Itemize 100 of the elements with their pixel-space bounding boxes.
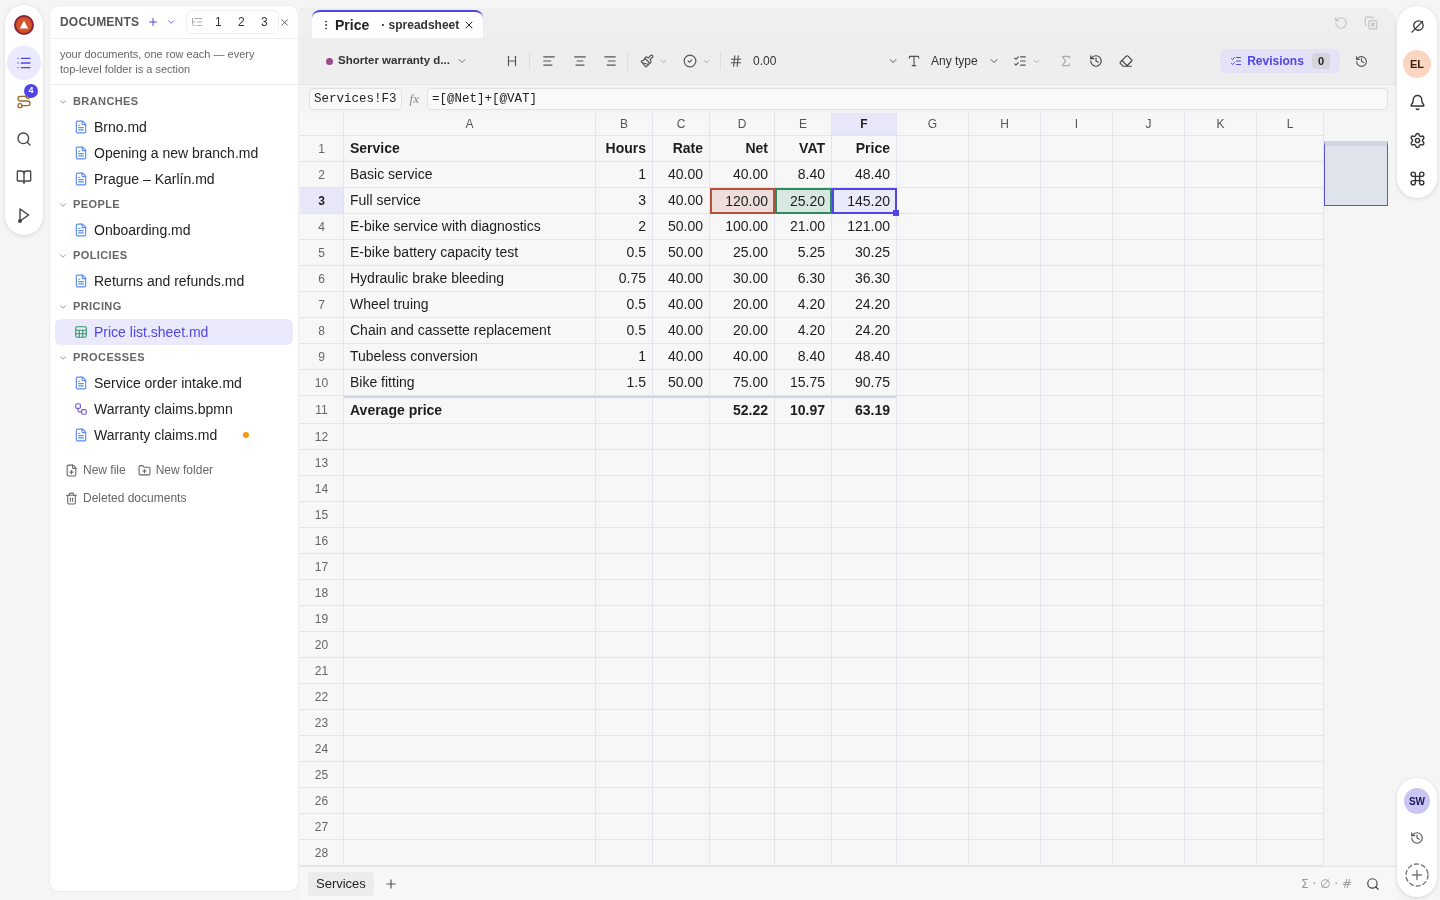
table-cell[interactable]: 30.25 bbox=[832, 240, 897, 266]
row-header[interactable]: 7 bbox=[300, 292, 344, 318]
table-cell[interactable]: E-bike battery capacity test bbox=[344, 240, 596, 266]
table-cell[interactable]: 52.22 bbox=[710, 396, 775, 424]
section-header[interactable]: POLICIES bbox=[50, 243, 298, 268]
nav-button[interactable] bbox=[7, 46, 41, 80]
row-header[interactable]: 13 bbox=[300, 450, 344, 476]
table-cell[interactable]: 1.5 bbox=[596, 370, 653, 396]
row-header[interactable]: 3 bbox=[300, 188, 344, 214]
table-cell[interactable]: 40.00 bbox=[653, 266, 710, 292]
table-cell[interactable]: Net bbox=[710, 136, 775, 162]
row-header[interactable]: 18 bbox=[300, 580, 344, 606]
action-link[interactable]: New folder bbox=[137, 461, 214, 479]
add-icon[interactable] bbox=[147, 15, 160, 29]
action-link[interactable]: New file bbox=[65, 461, 126, 479]
empty-cell[interactable] bbox=[897, 162, 969, 188]
copy-x-icon[interactable] bbox=[1364, 16, 1378, 30]
slashed-circle-icon[interactable] bbox=[1409, 18, 1425, 34]
column-header[interactable]: H bbox=[969, 113, 1041, 136]
table-cell[interactable]: 1 bbox=[596, 344, 653, 370]
table-cell[interactable]: 0.5 bbox=[596, 318, 653, 344]
formula-field[interactable]: =[@Net]+[@VAT] bbox=[426, 88, 1388, 110]
column-header[interactable]: K bbox=[1185, 113, 1257, 136]
empty-cell[interactable] bbox=[897, 396, 969, 424]
table-cell[interactable]: Average price bbox=[344, 396, 596, 424]
document-item[interactable]: Warranty claims.md bbox=[55, 422, 293, 448]
table-cell[interactable]: 4.20 bbox=[775, 292, 832, 318]
heading-icon[interactable] bbox=[505, 54, 519, 68]
table-cell[interactable]: 100.00 bbox=[710, 214, 775, 240]
align-center-icon[interactable] bbox=[573, 54, 587, 68]
row-header[interactable]: 21 bbox=[300, 658, 344, 684]
history-icon[interactable] bbox=[1410, 830, 1424, 845]
settings-icon[interactable] bbox=[1408, 131, 1426, 149]
fill-handle[interactable] bbox=[893, 210, 899, 216]
column-header[interactable]: B bbox=[596, 113, 653, 136]
cell-reference-field[interactable]: Services!F3 bbox=[309, 88, 402, 110]
table-cell[interactable]: Service bbox=[344, 136, 596, 162]
table-cell[interactable]: 75.00 bbox=[710, 370, 775, 396]
table-cell[interactable]: 0.75 bbox=[596, 266, 653, 292]
document-item[interactable]: Opening a new branch.md bbox=[55, 140, 293, 166]
table-cell[interactable]: 0.5 bbox=[596, 240, 653, 266]
row-header[interactable]: 26 bbox=[300, 788, 344, 814]
table-cell[interactable]: 48.40 bbox=[832, 344, 897, 370]
cell-type-dropdown[interactable]: Any type bbox=[907, 48, 1000, 74]
row-header[interactable]: 12 bbox=[300, 424, 344, 450]
table-cell[interactable]: 36.30 bbox=[832, 266, 897, 292]
column-header[interactable]: F bbox=[832, 113, 897, 136]
table-cell[interactable]: 120.00 bbox=[710, 188, 775, 214]
row-header[interactable]: 5 bbox=[300, 240, 344, 266]
checklist-icon[interactable] bbox=[1012, 54, 1027, 68]
table-cell[interactable]: 63.19 bbox=[832, 396, 897, 424]
level-button[interactable]: 2 bbox=[229, 12, 253, 32]
table-cell[interactable]: Rate bbox=[653, 136, 710, 162]
table-cell[interactable]: 145.20 bbox=[832, 188, 897, 214]
table-cell[interactable]: 90.75 bbox=[832, 370, 897, 396]
table-cell[interactable]: 40.00 bbox=[653, 162, 710, 188]
table-cell[interactable]: 50.00 bbox=[653, 214, 710, 240]
align-left-icon[interactable] bbox=[542, 54, 556, 68]
row-header[interactable]: 24 bbox=[300, 736, 344, 762]
level-button[interactable]: 1 bbox=[206, 12, 230, 32]
section-header[interactable]: PRICING bbox=[50, 294, 298, 319]
search-icon[interactable] bbox=[16, 131, 32, 147]
row-header[interactable]: 20 bbox=[300, 632, 344, 658]
row-header[interactable]: 16 bbox=[300, 528, 344, 554]
table-cell[interactable]: 2 bbox=[596, 214, 653, 240]
column-header[interactable]: I bbox=[1041, 113, 1113, 136]
row-header[interactable]: 9 bbox=[300, 344, 344, 370]
table-cell[interactable]: VAT bbox=[775, 136, 832, 162]
deleted-documents-link[interactable]: Deleted documents bbox=[50, 484, 187, 512]
row-header[interactable]: 23 bbox=[300, 710, 344, 736]
add-circle-icon[interactable] bbox=[1405, 862, 1429, 887]
book-icon[interactable] bbox=[16, 169, 32, 185]
table-cell[interactable]: 25.20 bbox=[775, 188, 832, 214]
table-cell[interactable]: E-bike service with diagnostics bbox=[344, 214, 596, 240]
column-header[interactable]: G bbox=[897, 113, 969, 136]
row-header[interactable]: 17 bbox=[300, 554, 344, 580]
row-header[interactable]: 15 bbox=[300, 502, 344, 528]
section-header[interactable]: PEOPLE bbox=[50, 192, 298, 217]
row-header[interactable]: 27 bbox=[300, 814, 344, 840]
table-cell[interactable]: 40.00 bbox=[653, 292, 710, 318]
search-icon[interactable] bbox=[1366, 876, 1380, 891]
document-item[interactable]: Returns and refunds.md bbox=[55, 268, 293, 294]
table-cell[interactable]: 40.00 bbox=[653, 188, 710, 214]
undo-icon[interactable] bbox=[1334, 16, 1348, 30]
user-avatar[interactable]: EL bbox=[1403, 50, 1431, 78]
number-format-dropdown[interactable]: 0.00 bbox=[729, 48, 899, 74]
section-header[interactable]: PROCESSES bbox=[50, 345, 298, 370]
column-header[interactable]: J bbox=[1113, 113, 1185, 136]
row-header[interactable]: 19 bbox=[300, 606, 344, 632]
table-cell[interactable]: 50.00 bbox=[653, 370, 710, 396]
table-cell[interactable]: 40.00 bbox=[653, 318, 710, 344]
row-header[interactable]: 22 bbox=[300, 684, 344, 710]
logo-icon[interactable] bbox=[14, 15, 34, 35]
table-cell[interactable]: Wheel truing bbox=[344, 292, 596, 318]
table-cell[interactable]: 5.25 bbox=[775, 240, 832, 266]
table-cell[interactable]: 40.00 bbox=[710, 344, 775, 370]
document-tab[interactable]: Price · spreadsheet bbox=[312, 10, 484, 38]
section-header[interactable]: BRANCHES bbox=[50, 89, 298, 114]
minimap[interactable] bbox=[1324, 141, 1388, 206]
table-cell[interactable]: 121.00 bbox=[832, 214, 897, 240]
